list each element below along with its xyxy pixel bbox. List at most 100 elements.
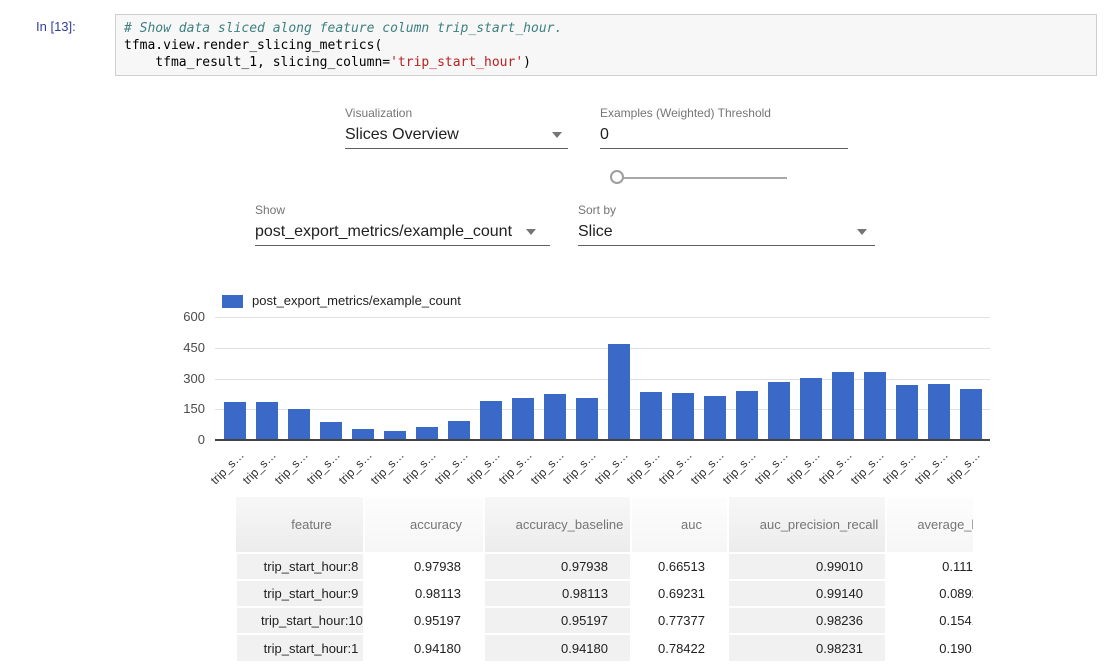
metric-cell: 0.94180	[364, 634, 484, 661]
feature-cell: trip_start_hour:1	[236, 634, 364, 661]
bar[interactable]	[416, 427, 438, 439]
metric-cell: 0.0892	[886, 580, 973, 607]
x-axis-tick-label: trip_s…	[304, 448, 343, 487]
threshold-slider[interactable]	[610, 170, 790, 186]
bar[interactable]	[576, 398, 598, 439]
bar[interactable]	[288, 409, 310, 439]
metrics-table-container[interactable]: featureaccuracyaccuracy_baselineaucauc_p…	[235, 497, 973, 668]
chevron-down-icon[interactable]	[857, 229, 867, 235]
metric-cell: 0.94180	[484, 634, 631, 661]
bar[interactable]	[832, 372, 854, 439]
y-axis-tick-label: 600	[160, 309, 205, 324]
metric-cell: 0.95197	[484, 607, 631, 634]
bar[interactable]	[800, 378, 822, 439]
x-axis-tick-label: trip_s…	[400, 448, 439, 487]
sort-value: Slice	[578, 223, 613, 241]
metric-cell: 0.97938	[484, 553, 631, 580]
x-axis-tick-label: trip_s…	[496, 448, 535, 487]
metric-cell: 0.98231	[728, 634, 886, 661]
x-axis-tick-label: trip_s…	[816, 448, 855, 487]
x-axis-tick-label: trip_s…	[720, 448, 759, 487]
chevron-down-icon[interactable]	[526, 229, 536, 235]
bar[interactable]	[256, 402, 278, 439]
table-row: trip_start_hour:10.941800.941800.784220.…	[236, 634, 973, 661]
x-axis-tick-label: trip_s…	[848, 448, 887, 487]
bar[interactable]	[736, 391, 758, 439]
x-axis-tick-label: trip_s…	[752, 448, 791, 487]
slider-track[interactable]	[618, 177, 787, 179]
bar[interactable]	[512, 398, 534, 439]
bar[interactable]	[896, 385, 918, 439]
x-axis-tick-label: trip_s…	[432, 448, 471, 487]
slider-handle[interactable]	[610, 170, 624, 184]
bar[interactable]	[448, 421, 470, 439]
code-cell[interactable]: # Show data sliced along feature column …	[115, 14, 1097, 76]
bar[interactable]	[864, 372, 886, 439]
table-row: trip_start_hour:100.951970.951970.773770…	[236, 607, 973, 634]
x-axis-tick-label: trip_s…	[944, 448, 983, 487]
threshold-label: Examples (Weighted) Threshold	[600, 106, 848, 120]
x-axis-tick-label: trip_s…	[336, 448, 375, 487]
column-header-average_loss[interactable]: average_loss	[886, 497, 973, 553]
y-axis-tick-label: 450	[160, 340, 205, 355]
x-axis-tick-label: trip_s…	[208, 448, 247, 487]
bar[interactable]	[544, 394, 566, 439]
gridline	[215, 348, 990, 349]
bar[interactable]	[608, 344, 630, 439]
column-header-auc[interactable]: auc	[631, 497, 728, 553]
column-header-accuracy_baseline[interactable]: accuracy_baseline	[484, 497, 631, 553]
bar[interactable]	[704, 396, 726, 439]
chevron-down-icon[interactable]	[552, 132, 562, 138]
column-header-feature[interactable]: feature	[236, 497, 364, 553]
metric-cell: 0.1541	[886, 607, 973, 634]
threshold-input[interactable]: 0	[600, 126, 609, 144]
x-axis-tick-label: trip_s…	[592, 448, 631, 487]
bar[interactable]	[672, 393, 694, 439]
x-axis-tick-label: trip_s…	[880, 448, 919, 487]
bar[interactable]	[224, 402, 246, 439]
visualization-select[interactable]: Visualization Slices Overview	[345, 106, 568, 149]
x-axis-tick-label: trip_s…	[272, 448, 311, 487]
x-axis-tick-label: trip_s…	[656, 448, 695, 487]
x-axis-tick-label: trip_s…	[368, 448, 407, 487]
x-axis-tick-label: trip_s…	[912, 448, 951, 487]
bar[interactable]	[640, 392, 662, 439]
show-value: post_export_metrics/example_count	[255, 223, 512, 241]
x-axis-tick-label: trip_s…	[464, 448, 503, 487]
x-axis-tick-label: trip_s…	[688, 448, 727, 487]
metric-cell: 0.98113	[364, 580, 484, 607]
table-row: trip_start_hour:90.981130.981130.692310.…	[236, 580, 973, 607]
x-axis-line	[215, 439, 990, 441]
code-comment: # Show data sliced along feature column …	[124, 21, 562, 36]
show-select[interactable]: Show post_export_metrics/example_count	[255, 203, 550, 246]
visualization-value: Slices Overview	[345, 126, 459, 144]
bar[interactable]	[320, 422, 342, 439]
metric-cell: 0.98236	[728, 607, 886, 634]
sort-select[interactable]: Sort by Slice	[578, 203, 875, 246]
column-header-auc_precision_recall[interactable]: auc_precision_recall	[728, 497, 886, 553]
x-axis-tick-label: trip_s…	[784, 448, 823, 487]
column-header-accuracy[interactable]: accuracy	[364, 497, 484, 553]
x-axis-tick-label: trip_s…	[560, 448, 599, 487]
x-axis-tick-label: trip_s…	[528, 448, 567, 487]
metric-cell: 0.77377	[631, 607, 728, 634]
x-axis-tick-label: trip_s…	[240, 448, 279, 487]
code-line-3: tfma_result_1, slicing_column='trip_star…	[124, 54, 1088, 71]
metric-cell: 0.1901	[886, 634, 973, 661]
metric-cell: 0.98113	[484, 580, 631, 607]
bar[interactable]	[384, 431, 406, 439]
legend-label: post_export_metrics/example_count	[252, 293, 461, 308]
metric-cell: 0.69231	[631, 580, 728, 607]
bar[interactable]	[768, 382, 790, 439]
threshold-field[interactable]: Examples (Weighted) Threshold 0	[600, 106, 848, 149]
metric-cell: 0.99140	[728, 580, 886, 607]
bar[interactable]	[352, 429, 374, 439]
sort-label: Sort by	[578, 203, 875, 217]
feature-cell: trip_start_hour:9	[236, 580, 364, 607]
metric-cell: 0.66513	[631, 553, 728, 580]
bar[interactable]	[480, 401, 502, 439]
bar[interactable]	[928, 384, 950, 439]
feature-cell: trip_start_hour:10	[236, 607, 364, 634]
metric-cell: 0.95197	[364, 607, 484, 634]
bar[interactable]	[960, 389, 982, 439]
